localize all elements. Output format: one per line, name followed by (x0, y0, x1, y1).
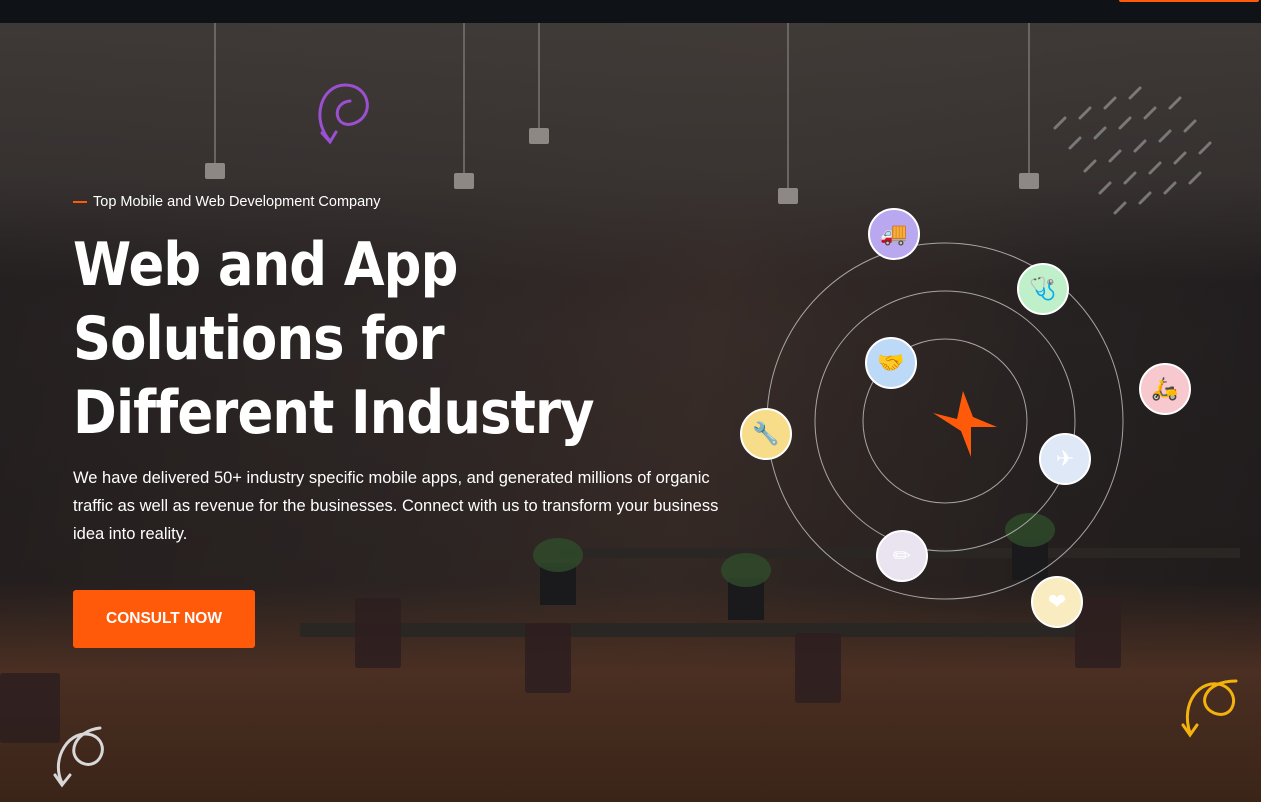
food-delivery-icon: 🛵 (1139, 363, 1191, 415)
engineering-icon: 🔧 (740, 408, 792, 460)
consult-now-button[interactable]: CONSULT NOW (73, 590, 255, 648)
hero-description: We have delivered 50+ industry specific … (73, 469, 719, 543)
brand-x-icon (933, 391, 997, 457)
eyebrow-text: Top Mobile and Web Development Company (93, 194, 381, 210)
hero-title-line-3: Different Industry (73, 378, 595, 448)
handshake-icon: 🤝 (865, 337, 917, 389)
orbit-rings (766, 242, 1124, 600)
logistics-icon: 🚚 (868, 208, 920, 260)
white-arrow-icon (53, 773, 72, 788)
nav-cta-button[interactable] (1119, 0, 1259, 2)
healthcare-icon: 🩺 (1017, 263, 1069, 315)
travel-icon: ✈ (1039, 433, 1091, 485)
entertainment-icon: ❤ (1031, 576, 1083, 628)
education-icon: ✏ (876, 530, 928, 582)
white-squiggle-icon (56, 726, 104, 785)
hero-title-line-2: Solutions for (73, 304, 445, 374)
dash-pattern-icon (1053, 86, 1212, 215)
yellow-squiggle-icon (1185, 679, 1238, 735)
hero-title-line-1: Web and App (73, 230, 458, 300)
top-navbar (0, 0, 1261, 23)
accent-dash (73, 201, 87, 203)
eyebrow-tagline: Top Mobile and Web Development Company (73, 194, 380, 210)
purple-squiggle-icon (318, 83, 369, 143)
hero-title: Web and App Solutions for Different Indu… (73, 228, 601, 450)
purple-arrow-icon (320, 130, 338, 145)
hero-section: Top Mobile and Web Development Company W… (0, 23, 1261, 802)
